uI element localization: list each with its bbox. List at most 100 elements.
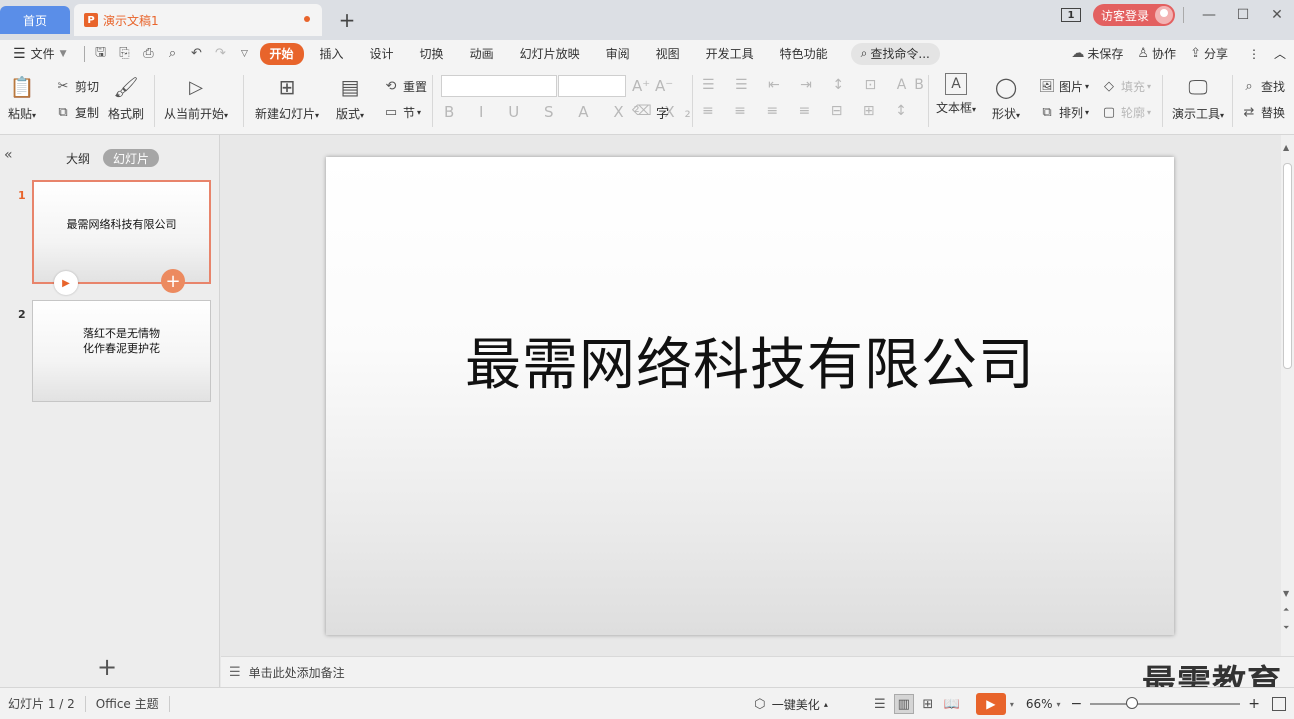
from-current-button[interactable]: ▷ 从当前开始▾ xyxy=(164,73,228,122)
outline-button[interactable]: ▢ 轮廓 ▾ xyxy=(1100,103,1151,121)
slideshow-options-icon[interactable]: ▾ xyxy=(1010,700,1014,709)
menu-tab-animation[interactable]: 动画 xyxy=(457,43,507,65)
menu-tab-view[interactable]: 视图 xyxy=(643,43,693,65)
notes-area[interactable]: ☰ 单击此处添加备注 xyxy=(221,656,1294,687)
tab-document[interactable]: P 演示文稿1 xyxy=(74,4,322,36)
menu-tab-features[interactable]: 特色功能 xyxy=(767,43,841,65)
menu-tab-home[interactable]: 开始 xyxy=(259,42,304,65)
scroll-up-icon[interactable]: ▲ xyxy=(1283,143,1289,152)
menu-tab-transition[interactable]: 切换 xyxy=(407,43,457,65)
shape-button[interactable]: ◯ 形状▾ xyxy=(992,73,1020,122)
print-icon[interactable]: ⎙ xyxy=(139,44,159,64)
tab-document-label: 演示文稿1 xyxy=(103,13,159,28)
divider xyxy=(432,75,433,127)
share-icon: ⇪ xyxy=(1190,46,1201,61)
theme-name[interactable]: Office 主题 xyxy=(96,695,159,712)
customize-icon[interactable]: ▽ xyxy=(235,44,255,64)
save-icon[interactable]: 🖫 xyxy=(91,44,111,64)
eraser-icon[interactable]: ⌫ xyxy=(632,103,652,119)
menu-tab-slideshow[interactable]: 幻灯片放映 xyxy=(507,43,593,65)
zoom-slider-knob[interactable] xyxy=(1126,697,1139,709)
slideshow-play-button[interactable]: ▶ xyxy=(975,693,1006,715)
section-label: 节 xyxy=(403,105,416,120)
slide-title[interactable]: 最需网络科技有限公司 xyxy=(465,320,1035,401)
new-tab-button[interactable]: + xyxy=(336,8,358,32)
layout-button[interactable]: ▤ 版式▾ xyxy=(336,73,364,122)
copy-button[interactable]: ⧉ 复制 xyxy=(54,103,99,121)
replace-button[interactable]: ⇄ 替换 xyxy=(1240,103,1290,121)
font-grow-icon[interactable]: A⁺ A⁻ xyxy=(632,77,673,95)
command-search[interactable]: ⌕ 查找命令... xyxy=(850,42,940,65)
undo-icon[interactable]: ↶ xyxy=(187,44,207,64)
fill-button[interactable]: ◇ 填充 ▾ xyxy=(1100,77,1151,95)
add-slide-icon[interactable]: + xyxy=(161,269,185,293)
new-slide-plus-icon[interactable]: + xyxy=(97,653,117,681)
collapse-ribbon-icon[interactable]: ︿ xyxy=(1274,45,1286,62)
maximize-button[interactable]: ☐ xyxy=(1226,0,1260,30)
arrange-button[interactable]: ⧉ 排列 ▾ xyxy=(1038,103,1089,121)
next-slide-icon[interactable]: ⏷ xyxy=(1283,623,1289,633)
alignment-icon[interactable]: ☰ xyxy=(870,694,890,714)
divider xyxy=(1183,7,1184,23)
reset-button[interactable]: ⟲ 重置 xyxy=(382,77,427,95)
window-count-icon[interactable]: 1 xyxy=(1060,8,1081,22)
zoom-in-icon[interactable]: + xyxy=(1248,696,1260,712)
new-slide-button[interactable]: ⊞ 新建幻灯片▾ xyxy=(255,73,319,122)
normal-view-icon[interactable]: ▥ xyxy=(893,694,914,714)
picture-button[interactable]: 🖼 图片 ▾ xyxy=(1038,77,1089,95)
shape-icon: ◯ xyxy=(994,75,1018,99)
divider xyxy=(243,75,244,127)
align-icons[interactable]: ≡ ≡ ≡ ≡ ⊟ ⊞ ↕ xyxy=(702,103,915,119)
print-preview-icon[interactable]: ⌕ xyxy=(163,44,183,64)
collapse-panel-icon[interactable]: « xyxy=(4,147,13,163)
tab-outline[interactable]: 大纲 xyxy=(66,149,90,167)
slide-panel: « 大纲 幻灯片 1 最需网络科技有限公司 ▶ + 2 落红不是无情物 化作春泥… xyxy=(0,135,220,687)
file-menu[interactable]: ☰ 文件 ▼ xyxy=(0,43,80,65)
menu-tab-review[interactable]: 审阅 xyxy=(593,43,643,65)
unsaved-button[interactable]: ☁ 未保存 xyxy=(1071,45,1123,62)
fit-window-icon[interactable] xyxy=(1272,697,1286,711)
beautify-button[interactable]: ⬡ 一键美化 ▴ xyxy=(751,695,828,713)
format-painter-button[interactable]: 🖌 格式刷 xyxy=(108,73,144,122)
slide-thumbnail-2[interactable]: 落红不是无情物 化作春泥更护花 xyxy=(32,300,211,402)
zoom-slider[interactable] xyxy=(1090,697,1241,709)
avatar xyxy=(1155,6,1173,24)
menu-tab-developer[interactable]: 开发工具 xyxy=(693,43,767,65)
more-icon[interactable]: ⋮ xyxy=(1248,47,1260,61)
textbox-button[interactable]: A 文本框▾ xyxy=(936,73,976,116)
slide-thumbnail-1[interactable]: 最需网络科技有限公司 xyxy=(32,180,211,284)
minimize-button[interactable]: — xyxy=(1192,0,1226,30)
menu-tab-insert[interactable]: 插入 xyxy=(307,43,357,65)
collab-button[interactable]: ♙ 协作 xyxy=(1137,45,1176,62)
zoom-out-icon[interactable]: − xyxy=(1071,696,1083,712)
find-button[interactable]: ⌕ 查找 xyxy=(1240,77,1290,95)
login-button[interactable]: 访客登录 xyxy=(1092,4,1175,26)
export-icon[interactable]: ⎘ xyxy=(115,44,135,64)
divider xyxy=(168,695,170,712)
tab-home[interactable]: 首页 xyxy=(0,6,70,34)
menu-tab-design[interactable]: 设计 xyxy=(357,43,407,65)
play-from-slide-icon[interactable]: ▶ xyxy=(54,271,78,295)
font-family-select[interactable] xyxy=(441,75,557,97)
reading-view-icon[interactable]: 📖 xyxy=(942,694,962,714)
scroll-down-icon[interactable]: ▼ xyxy=(1283,589,1289,598)
thumbnail-line: 化作春泥更护花 xyxy=(83,342,160,355)
scroll-thumb[interactable] xyxy=(1283,163,1292,369)
slide[interactable]: 最需网络科技有限公司 xyxy=(326,157,1174,635)
list-format-icons[interactable]: ☰ ☰ ⇤ ⇥ ↕ ⊡ AB xyxy=(702,77,932,93)
tab-slides[interactable]: 幻灯片 xyxy=(103,149,160,167)
vertical-scrollbar[interactable]: ▲ ▼ ⏶ ⏷ xyxy=(1281,135,1294,656)
font-size-select[interactable] xyxy=(558,75,626,97)
slide-count: 幻灯片 1 / 2 xyxy=(8,697,75,711)
pinyin-icon[interactable]: 字 xyxy=(656,103,669,122)
prev-slide-icon[interactable]: ⏶ xyxy=(1283,605,1289,615)
cut-button[interactable]: ✂ 剪切 xyxy=(54,77,99,95)
redo-icon[interactable]: ↷ xyxy=(211,44,231,64)
paste-button[interactable]: 📋 粘贴▾ xyxy=(8,73,36,122)
zoom-level[interactable]: 66% xyxy=(1026,697,1053,711)
presentation-tools-button[interactable]: 🖵 演示工具▾ xyxy=(1172,73,1224,122)
share-button[interactable]: ⇪ 分享 xyxy=(1190,45,1228,62)
section-button[interactable]: ▭ 节 ▾ xyxy=(382,103,421,121)
grid-view-icon[interactable]: ⊞ xyxy=(918,694,938,714)
close-button[interactable]: ✕ xyxy=(1260,0,1294,30)
